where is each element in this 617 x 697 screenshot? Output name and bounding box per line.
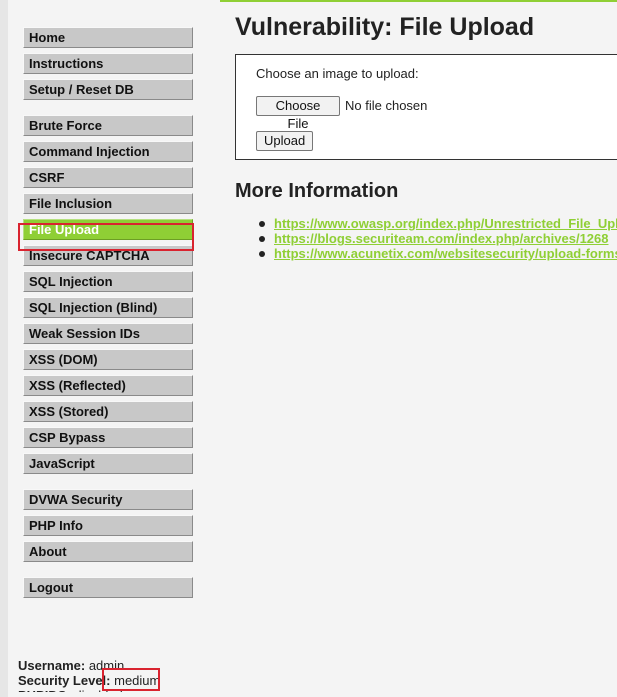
security-level-value: medium: [114, 673, 161, 688]
bullet-icon: [259, 221, 265, 227]
page-title: Vulnerability: File Upload: [235, 13, 535, 41]
sidebar-group-settings: DVWA Security PHP Info About: [23, 489, 193, 562]
more-information-link-item: https://blogs.securiteam.com/index.php/a…: [256, 231, 617, 246]
bullet-icon: [259, 236, 265, 242]
main-content: Vulnerability: File Upload Choose an ima…: [235, 0, 617, 697]
sidebar-item-xss-dom[interactable]: XSS (DOM): [23, 349, 193, 370]
dvwa-page: Home Instructions Setup / Reset DB Brute…: [0, 0, 617, 697]
sidebar-item-xss-reflected[interactable]: XSS (Reflected): [23, 375, 193, 396]
sidebar-item-php-info[interactable]: PHP Info: [23, 515, 193, 536]
left-edge-strip: [0, 0, 8, 697]
sidebar-item-command-injection[interactable]: Command Injection: [23, 141, 193, 162]
more-information-link-item: https://www.owasp.org/index.php/Unrestri…: [256, 216, 617, 231]
securiteam-link[interactable]: https://blogs.securiteam.com/index.php/a…: [274, 231, 609, 246]
sidebar-item-insecure-captcha[interactable]: Insecure CAPTCHA: [23, 245, 193, 266]
sidebar-item-csrf[interactable]: CSRF: [23, 167, 193, 188]
username-row: Username: admin: [18, 658, 238, 673]
sidebar-item-brute-force[interactable]: Brute Force: [23, 115, 193, 136]
sidebar-item-csp-bypass[interactable]: CSP Bypass: [23, 427, 193, 448]
upload-form-box: Choose an image to upload: Choose File N…: [235, 54, 617, 160]
bottom-crop-fade: [8, 692, 617, 697]
username-label: Username:: [18, 658, 86, 673]
sidebar-item-instructions[interactable]: Instructions: [23, 53, 193, 74]
choose-file-button[interactable]: Choose File: [256, 96, 340, 131]
sidebar-group-vulnerabilities: Brute Force Command Injection CSRF File …: [23, 115, 193, 474]
owasp-link[interactable]: https://www.owasp.org/index.php/Unrestri…: [274, 216, 617, 231]
more-information-links: https://www.owasp.org/index.php/Unrestri…: [256, 216, 617, 261]
sidebar-item-file-upload[interactable]: File Upload: [23, 219, 193, 240]
sidebar-navigation: Home Instructions Setup / Reset DB Brute…: [23, 27, 193, 613]
more-information-link-item: https://www.acunetix.com/websitesecurity…: [256, 246, 617, 261]
sidebar-item-sql-injection[interactable]: SQL Injection: [23, 271, 193, 292]
sidebar-group-session: Logout: [23, 577, 193, 598]
sidebar-item-home[interactable]: Home: [23, 27, 193, 48]
sidebar-item-xss-stored[interactable]: XSS (Stored): [23, 401, 193, 422]
sidebar-item-sql-injection-blind[interactable]: SQL Injection (Blind): [23, 297, 193, 318]
security-level-label: Security Level:: [18, 673, 111, 688]
acunetix-link[interactable]: https://www.acunetix.com/websitesecurity…: [274, 246, 617, 261]
sidebar-item-javascript[interactable]: JavaScript: [23, 453, 193, 474]
sidebar-item-weak-session-ids[interactable]: Weak Session IDs: [23, 323, 193, 344]
upload-prompt: Choose an image to upload:: [256, 66, 419, 81]
sidebar-item-about[interactable]: About: [23, 541, 193, 562]
sidebar-group-general: Home Instructions Setup / Reset DB: [23, 27, 193, 100]
sidebar-item-file-inclusion[interactable]: File Inclusion: [23, 193, 193, 214]
sidebar-item-dvwa-security[interactable]: DVWA Security: [23, 489, 193, 510]
more-information-heading: More Information: [235, 180, 399, 202]
username-value: admin: [88, 658, 125, 673]
upload-button[interactable]: Upload: [256, 131, 313, 151]
sidebar-item-setup-reset-db[interactable]: Setup / Reset DB: [23, 79, 193, 100]
selected-file-status: No file chosen: [345, 98, 428, 113]
bullet-icon: [259, 251, 265, 257]
security-level-row: Security Level: medium: [18, 673, 238, 688]
sidebar-item-logout[interactable]: Logout: [23, 577, 193, 598]
